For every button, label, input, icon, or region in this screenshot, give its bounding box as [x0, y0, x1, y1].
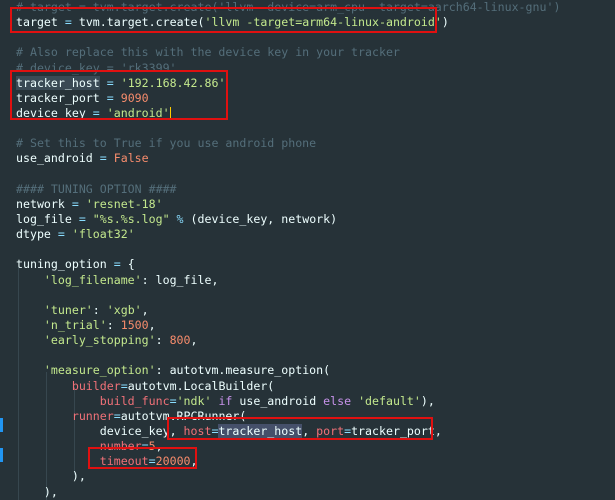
code-token: 1500 — [120, 317, 149, 332]
code-token: ) — [441, 15, 449, 30]
code-line: #### TUNING OPTION #### — [16, 182, 560, 197]
code-token: : log_file, — [141, 272, 219, 287]
code-token: 'resnet-18' — [85, 196, 163, 211]
code-line: tuning_option = { — [16, 257, 560, 272]
code-token: 'xgb' — [106, 302, 142, 317]
code-token: , — [190, 333, 198, 348]
code-token: ), — [71, 469, 86, 484]
gutter-change-marker — [0, 418, 3, 432]
code-token: use_android — [16, 151, 93, 166]
highlight-box-target — [10, 7, 437, 33]
code-token: (device_key, network) — [190, 211, 338, 226]
code-token: dtype — [16, 227, 51, 242]
code-token: = — [71, 211, 93, 226]
code-token: = — [113, 408, 121, 423]
code-token: = — [120, 378, 128, 393]
code-line: use_android = False — [16, 151, 560, 166]
code-token: use_android — [239, 393, 317, 408]
code-token: = — [106, 257, 128, 272]
highlight-box-tracker-config — [10, 70, 228, 120]
code-token: 'float32' — [71, 227, 135, 242]
code-token: = — [92, 151, 114, 166]
code-token: 'early_stopping' — [43, 333, 156, 348]
code-line: dtype = 'float32' — [16, 227, 560, 242]
code-token: = — [169, 393, 177, 408]
code-token: : — [92, 302, 107, 317]
code-token: 800 — [169, 333, 191, 348]
code-token: ), — [43, 484, 58, 499]
code-token: network — [16, 196, 65, 211]
code-token: autotvm.LocalBuilder( — [127, 378, 275, 393]
code-token: : autotvm.measure_option( — [155, 363, 331, 378]
code-token: : — [106, 317, 121, 332]
highlight-box-runner-host — [167, 417, 433, 440]
code-line: log_file = "%s.%s.log" % (device_key, ne… — [16, 212, 560, 227]
code-token: #### TUNING OPTION #### — [16, 181, 177, 196]
code-token: 'ndk' — [176, 393, 212, 408]
code-token: False — [113, 151, 149, 166]
code-token: 'tuner' — [43, 302, 93, 317]
code-token: = — [64, 196, 86, 211]
code-token: 'default' — [358, 393, 421, 408]
code-token: = — [50, 227, 72, 242]
code-token: % — [169, 211, 191, 226]
code-token: "%s.%s.log" — [92, 211, 170, 226]
code-token: build_func — [99, 393, 170, 408]
code-line: 'measure_option': autotvm.measure_option… — [16, 363, 560, 378]
code-token: runner — [71, 408, 114, 423]
code-line: ), — [16, 485, 560, 500]
code-token: : — [155, 333, 170, 348]
code-line: # Set this to True if you use android ph… — [16, 136, 560, 151]
code-line: 'n_trial': 1500, — [16, 318, 560, 333]
code-line: network = 'resnet-18' — [16, 197, 560, 212]
code-editor[interactable]: # target = tvm.target.create('llvm -devi… — [0, 0, 615, 500]
code-token: tuning_option — [16, 257, 107, 272]
code-token: # Also replace this with the device key … — [16, 45, 400, 60]
code-line: # Also replace this with the device key … — [16, 45, 560, 60]
code-token: 'log_filename' — [43, 272, 142, 287]
highlight-box-timeout — [88, 447, 197, 469]
code-token: , — [148, 317, 156, 332]
code-line: 'early_stopping': 800, — [16, 333, 560, 348]
code-token: , — [141, 302, 149, 317]
code-token: # Set this to True if you use android ph… — [16, 136, 317, 151]
code-token: else — [316, 393, 359, 408]
code-token: log_file — [16, 211, 72, 226]
code-token: if — [211, 393, 240, 408]
code-line: 'tuner': 'xgb', — [16, 303, 560, 318]
code-token: 'measure_option' — [43, 363, 156, 378]
code-token: 'n_trial' — [43, 317, 107, 332]
code-line: builder=autotvm.LocalBuilder( — [16, 379, 560, 394]
code-token: ), — [420, 393, 435, 408]
code-line: ), — [16, 469, 560, 484]
gutter-change-marker — [0, 448, 3, 462]
code-token: { — [127, 257, 135, 272]
code-line: build_func='ndk' if use_android else 'de… — [16, 394, 560, 409]
code-token: builder — [71, 378, 121, 393]
code-line: 'log_filename': log_file, — [16, 273, 560, 288]
